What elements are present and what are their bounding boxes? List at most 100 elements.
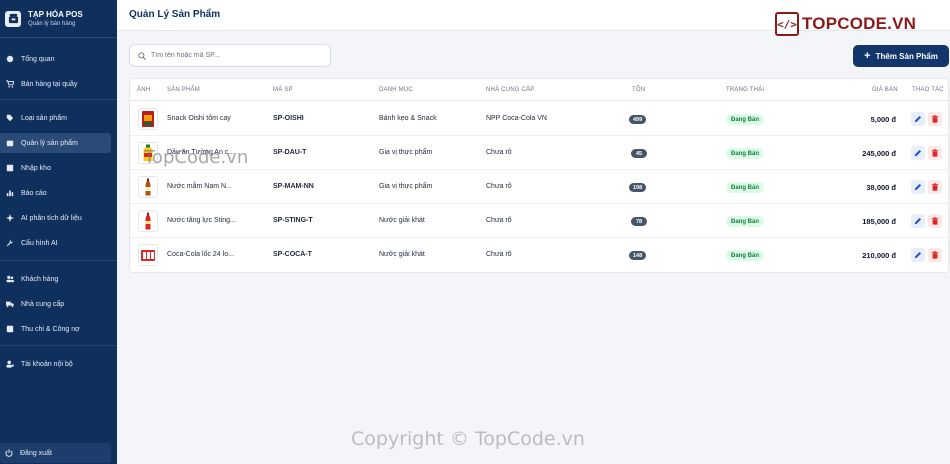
divider xyxy=(0,345,117,346)
product-name: Coca-Cola lốc 24 lo... xyxy=(167,251,234,258)
product-price: 210,000 đ xyxy=(862,251,896,260)
wrench-icon xyxy=(5,239,14,248)
tag-icon xyxy=(5,114,14,123)
product-price: 185,000 đ xyxy=(862,217,896,226)
product-supplier: Chưa rõ xyxy=(486,217,512,224)
trash-icon xyxy=(931,217,939,225)
search-input[interactable] xyxy=(151,52,321,59)
divider xyxy=(0,260,117,261)
product-code: SP-DAU-T xyxy=(273,149,307,156)
sidebar-item-pos[interactable]: Bán hàng tại quầy xyxy=(0,74,111,94)
table-row: Snack Oishi tôm cay SP-OISHI Bánh kẹo & … xyxy=(130,102,948,136)
product-supplier: NPP Coca-Cola VN xyxy=(486,115,547,122)
logout-label: Đăng xuất xyxy=(20,449,52,457)
sidebar-item-overview[interactable]: Tổng quan xyxy=(0,49,111,69)
product-category: Gia vị thực phẩm xyxy=(379,149,433,156)
column-header-product: SẢN PHẨM xyxy=(167,87,200,93)
page-title: Quản Lý Sản Phẩm xyxy=(129,9,221,20)
stock-badge: 499 xyxy=(629,115,647,124)
chart-icon xyxy=(5,189,14,198)
stock-badge: 45 xyxy=(631,149,647,158)
trash-icon xyxy=(931,115,939,123)
sidebar-item-staff[interactable]: Tài khoản nội bộ xyxy=(0,354,111,374)
delete-button[interactable] xyxy=(928,214,942,228)
column-header-stock: TỒN xyxy=(632,87,646,93)
product-name: Nước tăng lực Sting... xyxy=(167,217,236,224)
sidebar-item-finance[interactable]: Thu chi & Công nợ xyxy=(0,319,111,339)
dashboard-icon xyxy=(5,55,14,64)
delete-button[interactable] xyxy=(928,180,942,194)
sidebar-item-label: Tổng quan xyxy=(21,55,55,63)
product-name: Snack Oishi tôm cay xyxy=(167,115,231,122)
product-category: Nước giải khát xyxy=(379,217,425,224)
sparkle-icon xyxy=(5,214,14,223)
import-icon xyxy=(5,164,14,173)
table-row: Nước mắm Nam N... SP-MAM-NN Gia vị thực … xyxy=(130,170,948,204)
topcode-logo-text: TOPCODE.VN xyxy=(802,14,917,33)
product-supplier: Chưa rõ xyxy=(486,251,512,258)
sidebar: TẠP HÓA POS Quản lý bán hàng Tổng quan B… xyxy=(0,0,117,464)
delete-button[interactable] xyxy=(928,248,942,262)
column-header-actions: THAO TÁC xyxy=(912,87,944,93)
edit-button[interactable] xyxy=(911,180,925,194)
column-header-code: MÃ SP xyxy=(273,87,293,93)
sidebar-item-customers[interactable]: Khách hàng xyxy=(0,269,111,289)
product-name: Nước mắm Nam N... xyxy=(167,183,232,190)
cart-icon xyxy=(5,80,14,89)
status-badge: Đang Bán xyxy=(726,148,765,159)
search-box xyxy=(129,44,331,67)
delete-button[interactable] xyxy=(928,112,942,126)
sidebar-item-label: Thu chi & Công nợ xyxy=(21,325,80,333)
product-category: Bánh kẹo & Snack xyxy=(379,115,437,122)
search-icon xyxy=(138,51,146,60)
users-icon xyxy=(5,275,14,284)
edit-button[interactable] xyxy=(911,146,925,160)
edit-button[interactable] xyxy=(911,248,925,262)
sidebar-item-ai-analysis[interactable]: AI phân tích dữ liệu xyxy=(0,208,111,228)
sidebar-item-products[interactable]: Quản lý sản phẩm xyxy=(0,133,111,153)
topcode-logo-mark: </> xyxy=(775,12,799,36)
logout-button[interactable]: Đăng xuất xyxy=(0,443,111,463)
column-header-price: GIÁ BÁN xyxy=(872,87,898,93)
delete-button[interactable] xyxy=(928,146,942,160)
stock-badge: 148 xyxy=(629,251,647,260)
table-row: Coca-Cola lốc 24 lo... SP-COCA-T Nước gi… xyxy=(130,238,948,272)
watermark-copyright: Copyright © TopCode.vn xyxy=(351,428,585,450)
add-product-button[interactable]: + Thêm Sản Phẩm xyxy=(853,45,949,67)
pencil-icon xyxy=(914,115,922,123)
sidebar-item-categories[interactable]: Loại sản phẩm xyxy=(0,108,111,128)
product-code: SP-COCA-T xyxy=(273,251,312,258)
product-thumbnail xyxy=(138,176,158,198)
divider xyxy=(0,99,117,100)
status-badge: Đang Bán xyxy=(726,182,765,193)
sidebar-item-label: Bán hàng tại quầy xyxy=(21,80,78,88)
sidebar-item-label: Nhà cung cấp xyxy=(21,300,65,308)
sidebar-item-reports[interactable]: Báo cáo xyxy=(0,183,111,203)
edit-button[interactable] xyxy=(911,112,925,126)
table-header: ẢNH SẢN PHẨM MÃ SP DANH MỤC NHÀ CUNG CẤP… xyxy=(130,79,948,101)
product-code: SP-STING-T xyxy=(273,217,313,224)
add-product-label: Thêm Sản Phẩm xyxy=(875,51,938,61)
truck-icon xyxy=(5,300,14,309)
status-badge: Đang Bán xyxy=(726,250,765,261)
trash-icon xyxy=(931,251,939,259)
edit-button[interactable] xyxy=(911,214,925,228)
column-header-status: TRẠNG THÁI xyxy=(726,87,765,93)
sidebar-item-label: Loại sản phẩm xyxy=(21,114,67,122)
product-price: 38,000 đ xyxy=(866,183,896,192)
sidebar-item-suppliers[interactable]: Nhà cung cấp xyxy=(0,294,111,314)
sidebar-item-import[interactable]: Nhập kho xyxy=(0,158,111,178)
user-cog-icon xyxy=(5,360,14,369)
brand: TẠP HÓA POS Quản lý bán hàng xyxy=(0,0,117,38)
top-header: Quản Lý Sản Phẩm </> TOPCODE.VN xyxy=(117,0,950,36)
product-thumbnail xyxy=(138,244,158,266)
sidebar-item-label: Quản lý sản phẩm xyxy=(21,139,78,147)
topcode-logo: </> TOPCODE.VN xyxy=(775,12,916,36)
pencil-icon xyxy=(914,149,922,157)
wallet-icon xyxy=(5,325,14,334)
product-code: SP-OISHI xyxy=(273,115,304,122)
product-thumbnail xyxy=(138,210,158,232)
pencil-icon xyxy=(914,217,922,225)
sidebar-item-ai-config[interactable]: Cấu hình AI xyxy=(0,233,111,253)
table-row: Dầu ăn Tường An c... SP-DAU-T Gia vị thự… xyxy=(130,136,948,170)
